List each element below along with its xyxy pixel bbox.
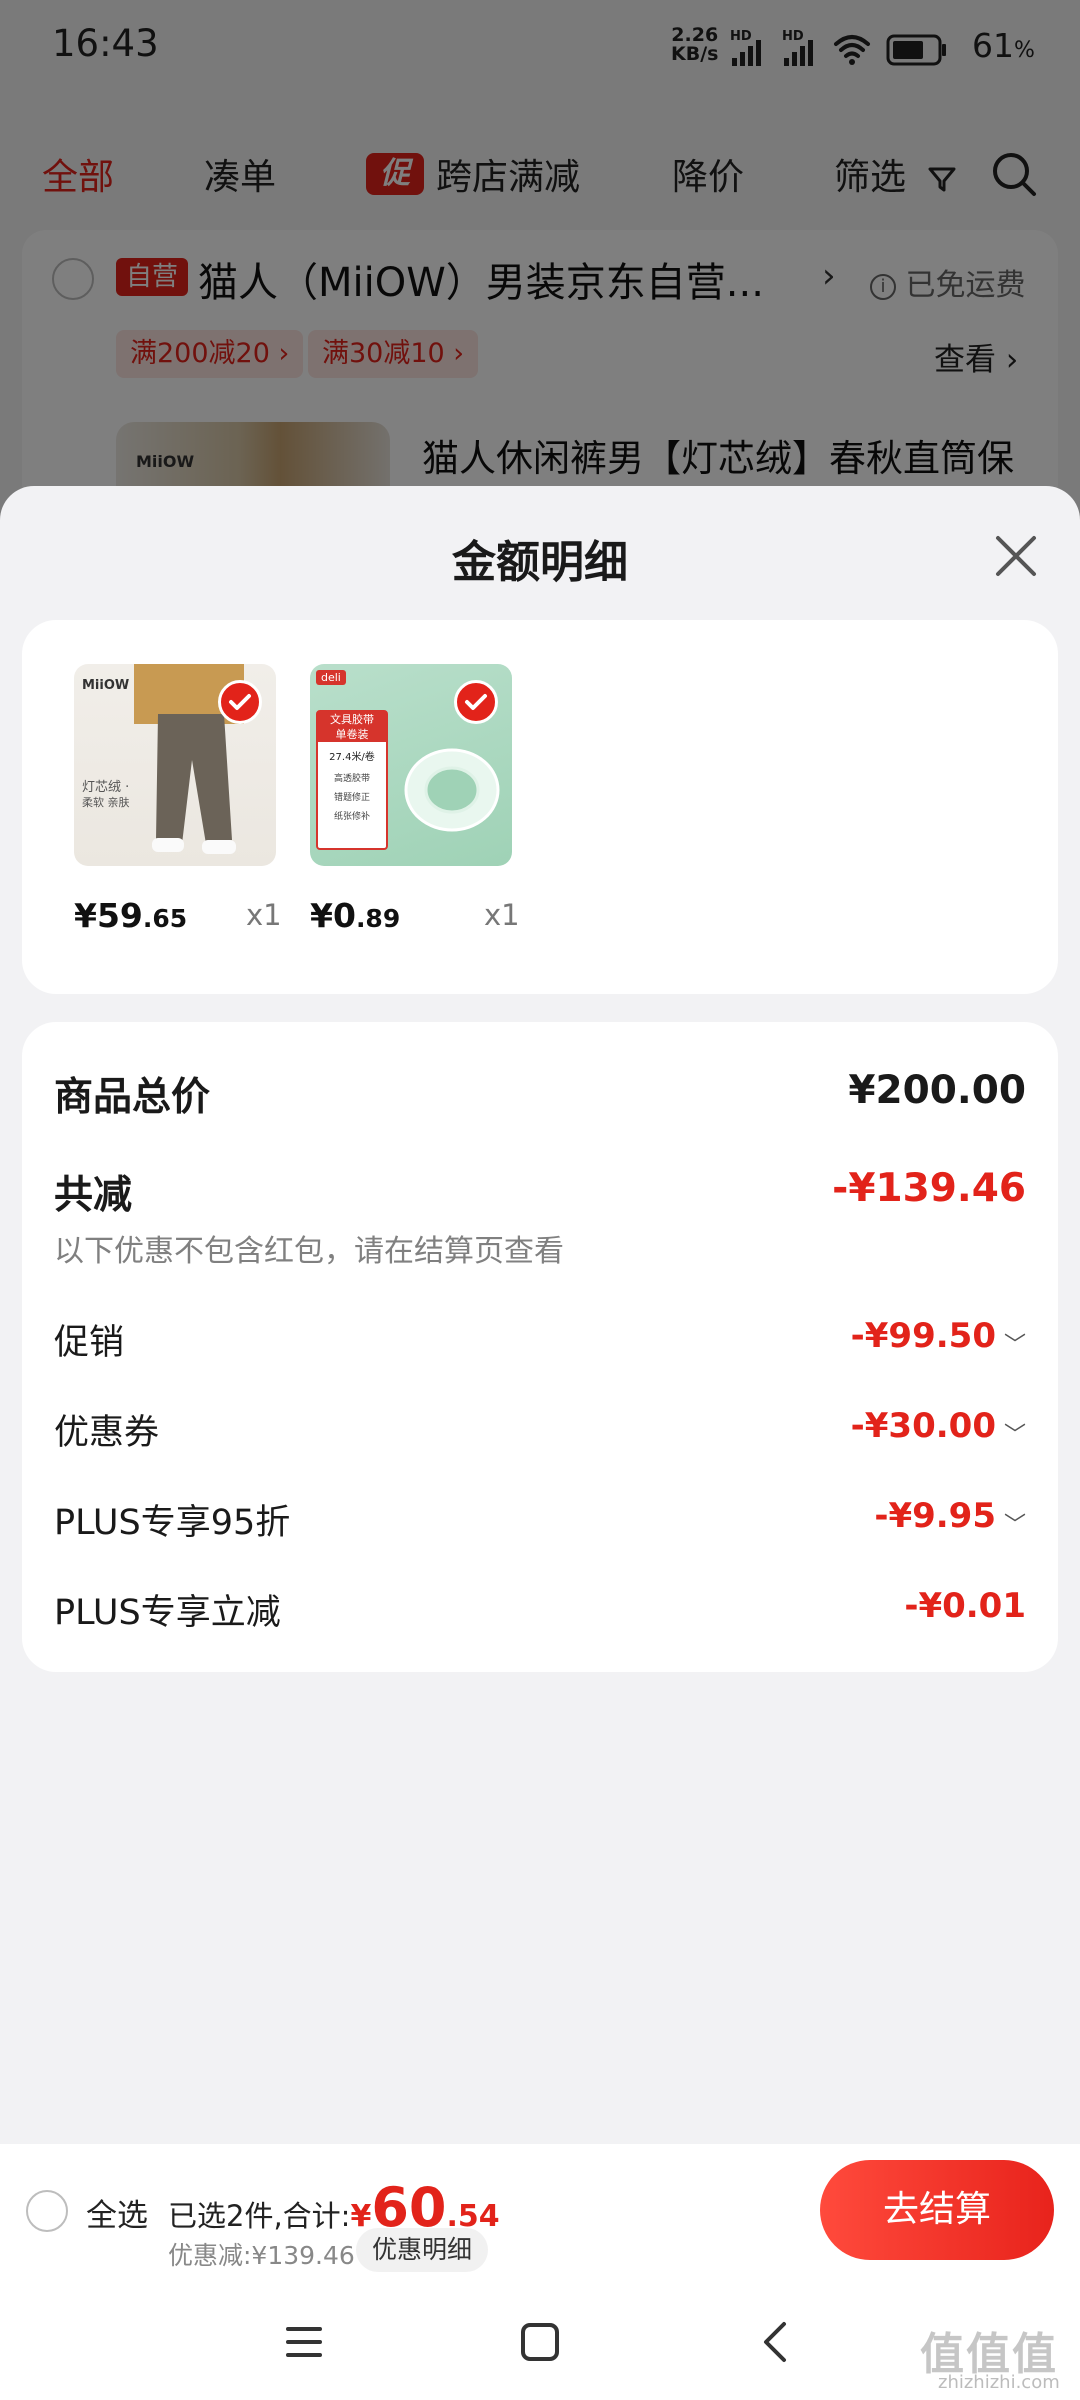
tape-feature-1: 高透胶带 (333, 774, 370, 784)
plus-95-label: PLUS专享95折 (54, 1503, 291, 1543)
product-brand-label: deli (316, 670, 346, 685)
product-brand-label: MiiOW (82, 678, 130, 693)
product-price-decimal: .89 (355, 904, 401, 933)
product-thumbnail-pants[interactable]: MiiOW 灯芯绒 · 柔软 亲肤 (74, 664, 276, 866)
tape-length: 27.4米/卷 (329, 752, 375, 763)
coupon-row-toggle[interactable]: -¥30.00 ﹀ (851, 1406, 1026, 1449)
chevron-down-icon: ﹀ (1003, 1332, 1026, 1358)
menu-icon[interactable] (274, 2312, 334, 2372)
checkout-bar: 全选 已选2件,合计:¥60.54 优惠减:¥139.46 优惠明细 去结算 (0, 2144, 1080, 2276)
select-all-label[interactable]: 全选 (86, 2190, 148, 2235)
product-price: ¥59.65 (74, 896, 187, 935)
product-quantity: x1 (484, 898, 520, 932)
back-icon[interactable] (746, 2312, 806, 2372)
tape-roll-image (404, 748, 500, 832)
product-tag-2: 柔软 亲肤 (82, 796, 130, 809)
product-thumbnail-tape[interactable]: deli 文具胶带 单卷装 27.4米/卷 高透胶带 错题修正 纸张修补 (310, 664, 512, 866)
plus-instant-row: -¥0.01 (904, 1586, 1026, 1626)
discount-summary: 优惠减:¥139.46 (168, 2241, 355, 2270)
plus-95-row-toggle[interactable]: -¥9.95 ﹀ (874, 1496, 1026, 1539)
chevron-down-icon: ﹀ (1003, 1512, 1026, 1538)
promotion-label: 促销 (54, 1323, 125, 1363)
selected-products-card: MiiOW 灯芯绒 · 柔软 亲肤 deli 文具胶带 单卷装 27.4米/卷 … (22, 620, 1058, 994)
total-currency: ¥ (350, 2199, 372, 2234)
coupon-value: -¥30.00 (850, 1406, 996, 1446)
chevron-down-icon: ﹀ (1003, 1422, 1026, 1448)
promotion-row-toggle[interactable]: -¥99.50 ﹀ (851, 1316, 1026, 1359)
price-summary-card: 商品总价 ¥200.00 共减 -¥139.46 以下优惠不包含红包，请在结算页… (22, 1022, 1058, 1672)
sheet-title: 金额明细 (452, 537, 628, 588)
product-quantity: x1 (246, 898, 282, 932)
tape-feature-3: 纸张修补 (333, 812, 370, 822)
selected-check-icon[interactable] (218, 680, 262, 724)
watermark-url: zhizhizhi.com (938, 2372, 1060, 2393)
coupon-label: 优惠券 (54, 1413, 160, 1453)
home-icon[interactable] (510, 2312, 570, 2372)
total-price-value: ¥200.00 (848, 1068, 1026, 1113)
promotion-value: -¥99.50 (850, 1316, 996, 1356)
check-mark (465, 694, 487, 710)
tape-name: 文具胶带 (318, 712, 386, 727)
plus-95-value: -¥9.95 (874, 1496, 996, 1536)
discount-note: 以下优惠不包含红包，请在结算页查看 (54, 1234, 564, 1269)
close-icon[interactable] (986, 526, 1046, 586)
plus-instant-value: -¥0.01 (904, 1586, 1026, 1626)
product-price-decimal: .65 (142, 904, 188, 933)
check-mark (229, 694, 251, 710)
product-price-integer: ¥59 (74, 896, 143, 935)
amount-detail-sheet: 金额明细 MiiOW 灯芯绒 · 柔软 亲肤 deli 文具胶带 单卷装 27.… (0, 486, 1080, 2400)
tape-pack: 单卷装 (318, 727, 386, 742)
plus-instant-label: PLUS专享立减 (54, 1593, 281, 1633)
select-all-radio[interactable] (26, 2190, 68, 2232)
product-price: ¥0.89 (310, 896, 400, 935)
selected-count-text: 已选2件,合计: (168, 2199, 351, 2233)
product-price-integer: ¥0 (310, 896, 356, 935)
product-label-box: 文具胶带 单卷装 27.4米/卷 高透胶带 错题修正 纸张修补 (316, 710, 388, 850)
selected-check-icon[interactable] (454, 680, 498, 724)
tape-feature-2: 错题修正 (333, 793, 370, 803)
total-price-label: 商品总价 (54, 1075, 211, 1120)
product-tag-1: 灯芯绒 · (82, 780, 130, 795)
total-reduction-value: -¥139.46 (832, 1166, 1026, 1211)
total-reduction-label: 共减 (54, 1173, 133, 1218)
checkout-button[interactable]: 去结算 (820, 2160, 1054, 2260)
system-nav-bar (0, 2276, 1080, 2400)
discount-detail-button[interactable]: 优惠明细 (356, 2228, 489, 2272)
